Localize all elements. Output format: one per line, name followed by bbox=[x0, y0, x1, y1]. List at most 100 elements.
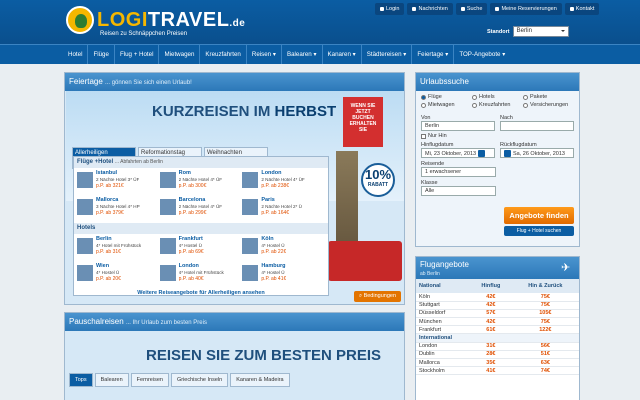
calendar-icon[interactable] bbox=[504, 150, 511, 157]
banner-text-1: KURZREISEN IM bbox=[152, 103, 271, 120]
table-row[interactable]: Stockholm 41€ 74€ bbox=[416, 366, 579, 376]
offer-item[interactable]: Hamburg 4* Hostel Üp.P. ab 41€ bbox=[242, 263, 325, 287]
outbound-date-input[interactable]: Mi, 23 Oktober, 2013 bbox=[421, 148, 495, 158]
table-row[interactable]: Düsseldorf 57€ 105€ bbox=[416, 309, 579, 319]
offer-item[interactable]: Barcelona 2 Nächte Hotel 4* ÜF p.P. ab 299… bbox=[159, 197, 243, 221]
flight-deals-subtitle: ab Berlin bbox=[420, 271, 440, 277]
radio-mietwagen[interactable]: Mietwagen bbox=[421, 102, 472, 108]
conditions-button[interactable]: ⌕ Bedingungen bbox=[353, 291, 401, 302]
offer-thumbnail bbox=[159, 199, 176, 215]
offer-item[interactable]: Rom 2 Nächte Hotel 4* ÜF p.P. ab 300€ bbox=[159, 170, 243, 194]
nav-hotel[interactable]: Hotel bbox=[63, 45, 89, 64]
return-date-value: Sa, 26 Oktober, 2013 bbox=[513, 150, 565, 157]
tagline: Reisen zu Schnäppchen Preisen bbox=[100, 31, 188, 37]
main-nav: Hotel Flüge Flug + Hotel Mietwagen Kreuz… bbox=[0, 44, 640, 64]
offer-price: p.P. ab 31€ bbox=[96, 249, 121, 255]
table-row[interactable]: Köln 42€ 75€ bbox=[416, 293, 579, 302]
price-cell: 63€ bbox=[511, 358, 579, 368]
offer-item[interactable]: Wien 4* Hostel Üp.P. ab 20€ bbox=[77, 263, 160, 287]
return-date-input[interactable]: Sa, 26 Oktober, 2013 bbox=[500, 148, 574, 158]
nav-flug-hotel[interactable]: Flug + Hotel bbox=[115, 45, 160, 64]
price-cell: 42€ bbox=[470, 301, 512, 310]
ptab-tops[interactable]: Tops bbox=[69, 373, 93, 387]
nav-top-angebote[interactable]: TOP-Angebote ▾ bbox=[454, 45, 510, 64]
offer-price: p.P. ab 238€ bbox=[261, 183, 290, 189]
flight-hotel-search-button[interactable]: Flug + Hotel suchen bbox=[504, 226, 574, 236]
table-row[interactable]: Mallorca 35€ 63€ bbox=[416, 358, 579, 368]
ptab-fernreisen[interactable]: Fernreisen bbox=[130, 373, 169, 387]
price-cell: 35€ bbox=[470, 358, 512, 368]
calendar-icon[interactable] bbox=[478, 150, 486, 157]
util-label: Meine Reservierungen bbox=[501, 6, 557, 12]
offer-city: Hamburg bbox=[261, 263, 286, 269]
list-icon bbox=[495, 7, 500, 11]
util-search[interactable]: Suche bbox=[455, 3, 488, 15]
price-cell: 122€ bbox=[511, 325, 579, 335]
radio-pakete[interactable]: Pakete bbox=[523, 94, 574, 100]
search-type-options: Flüge Hotels Pakete Mietwagen Kreuzfahrt… bbox=[421, 94, 574, 108]
offer-item[interactable]: Köln 4* Hostel Üp.P. ab 22€ bbox=[242, 236, 325, 260]
from-input[interactable]: Berlin bbox=[421, 121, 495, 131]
ptab-griechische-inseln[interactable]: Griechische Inseln bbox=[170, 373, 229, 387]
nav-staedtereisen[interactable]: Städtereisen ▾ bbox=[362, 45, 413, 64]
offer-price: p.P. ab 321€ bbox=[96, 183, 124, 189]
table-row[interactable]: München 42€ 75€ bbox=[416, 317, 579, 327]
to-input[interactable] bbox=[500, 121, 574, 131]
offer-thumbnail bbox=[159, 172, 176, 188]
nav-kreuzfahrten[interactable]: Kreuzfahrten bbox=[200, 45, 247, 64]
offer-item[interactable]: Istanbul 2 Nächte Hotel 3* ÜF p.P. ab 321€ bbox=[77, 170, 160, 194]
offer-item[interactable]: Mallorca 3 Nächte Hotel 4* HP p.P. ab 379€ bbox=[77, 197, 160, 221]
col-hin-zurueck: Hin & Zurück bbox=[511, 279, 579, 293]
table-row[interactable]: Stuttgart 42€ 75€ bbox=[416, 301, 579, 310]
search-icon bbox=[460, 7, 465, 11]
price-cell: 75€ bbox=[511, 301, 579, 310]
col-national: National bbox=[416, 279, 470, 293]
ptab-kanaren-madeira[interactable]: Kanaren & Madeira bbox=[230, 373, 290, 387]
find-offers-button[interactable]: Angebote finden bbox=[504, 207, 574, 224]
util-login[interactable]: Login bbox=[375, 3, 405, 15]
util-messages[interactable]: Nachrichten bbox=[407, 3, 453, 15]
table-row[interactable]: Dublin 28€ 51€ bbox=[416, 350, 579, 360]
table-row[interactable]: London 31€ 56€ bbox=[416, 342, 579, 351]
travellers-select[interactable]: 1 erwachsener bbox=[421, 167, 496, 177]
util-contact[interactable]: Kontakt bbox=[564, 3, 600, 15]
radio-fluege[interactable]: Flüge bbox=[421, 94, 472, 100]
city-cell: Dublin bbox=[416, 350, 470, 360]
radio-hotels[interactable]: Hotels bbox=[472, 94, 523, 100]
table-row[interactable]: Frankfurt 61€ 122€ bbox=[416, 325, 579, 335]
util-reservations[interactable]: Meine Reservierungen bbox=[490, 3, 562, 15]
phone-icon bbox=[569, 7, 574, 11]
logo[interactable]: LOGITRAVEL.de Reisen zu Schnäppchen Prei… bbox=[66, 6, 245, 40]
more-offers-link[interactable]: Weitere Reiseangebote für Allerheiligen … bbox=[74, 290, 328, 296]
price-cell: 31€ bbox=[470, 342, 512, 351]
hotels-section-header: Hotels bbox=[74, 223, 328, 234]
pauschalreisen-panel: Pauschalreisen ... Ihr Urlaub zum besten… bbox=[64, 312, 405, 400]
nav-balearen[interactable]: Balearen ▾ bbox=[282, 45, 323, 64]
nav-fluege[interactable]: Flüge bbox=[88, 45, 115, 64]
ptab-balearen[interactable]: Balearen bbox=[94, 373, 129, 387]
offer-item[interactable]: Paris 2 Nächte Hotel 2* Üp.P. ab 164€ bbox=[242, 197, 325, 221]
top-header: LOGITRAVEL.de Reisen zu Schnäppchen Prei… bbox=[0, 0, 640, 44]
user-icon bbox=[380, 7, 384, 11]
offer-item[interactable]: Berlin 4* Hotel mit Frühstück p.P. ab 31€ bbox=[77, 236, 160, 260]
offer-item[interactable]: Frankfurt 4* Hostel Üp.P. ab 69€ bbox=[159, 236, 243, 260]
class-select[interactable]: Alle bbox=[421, 186, 496, 196]
radio-kreuzfahrten[interactable]: Kreuzfahrten bbox=[472, 102, 523, 108]
promo-ribbon: WENN SIE JETZT BUCHEN ERHALTEN SIE bbox=[343, 97, 383, 147]
price-cell: 105€ bbox=[511, 309, 579, 319]
location-select[interactable]: Berlin bbox=[512, 26, 569, 37]
price-cell: 51€ bbox=[511, 350, 579, 360]
feiertage-header: Feiertage ... gönnen Sie sich einen Urla… bbox=[65, 73, 404, 91]
logo-icon bbox=[66, 6, 94, 34]
nav-kanaren[interactable]: Kanaren ▾ bbox=[323, 45, 362, 64]
offer-thumbnail bbox=[159, 238, 176, 254]
offer-item[interactable]: London 2 Nächte Hotel 4* ÜF p.P. ab 238€ bbox=[242, 170, 325, 194]
nav-reisen[interactable]: Reisen ▾ bbox=[247, 45, 282, 64]
nav-mietwagen[interactable]: Mietwagen bbox=[159, 45, 201, 64]
offer-price: p.P. ab 300€ bbox=[178, 183, 207, 189]
radio-versicherungen[interactable]: Versicherungen bbox=[523, 102, 574, 108]
location-selector: Standort Berlin bbox=[487, 26, 569, 37]
pauschal-header: Pauschalreisen ... Ihr Urlaub zum besten… bbox=[65, 313, 404, 331]
offer-item[interactable]: London 4* Hotel mit Frühstück p.P. ab 40€ bbox=[159, 263, 243, 287]
nav-feiertage[interactable]: Feiertage ▾ bbox=[412, 45, 455, 64]
